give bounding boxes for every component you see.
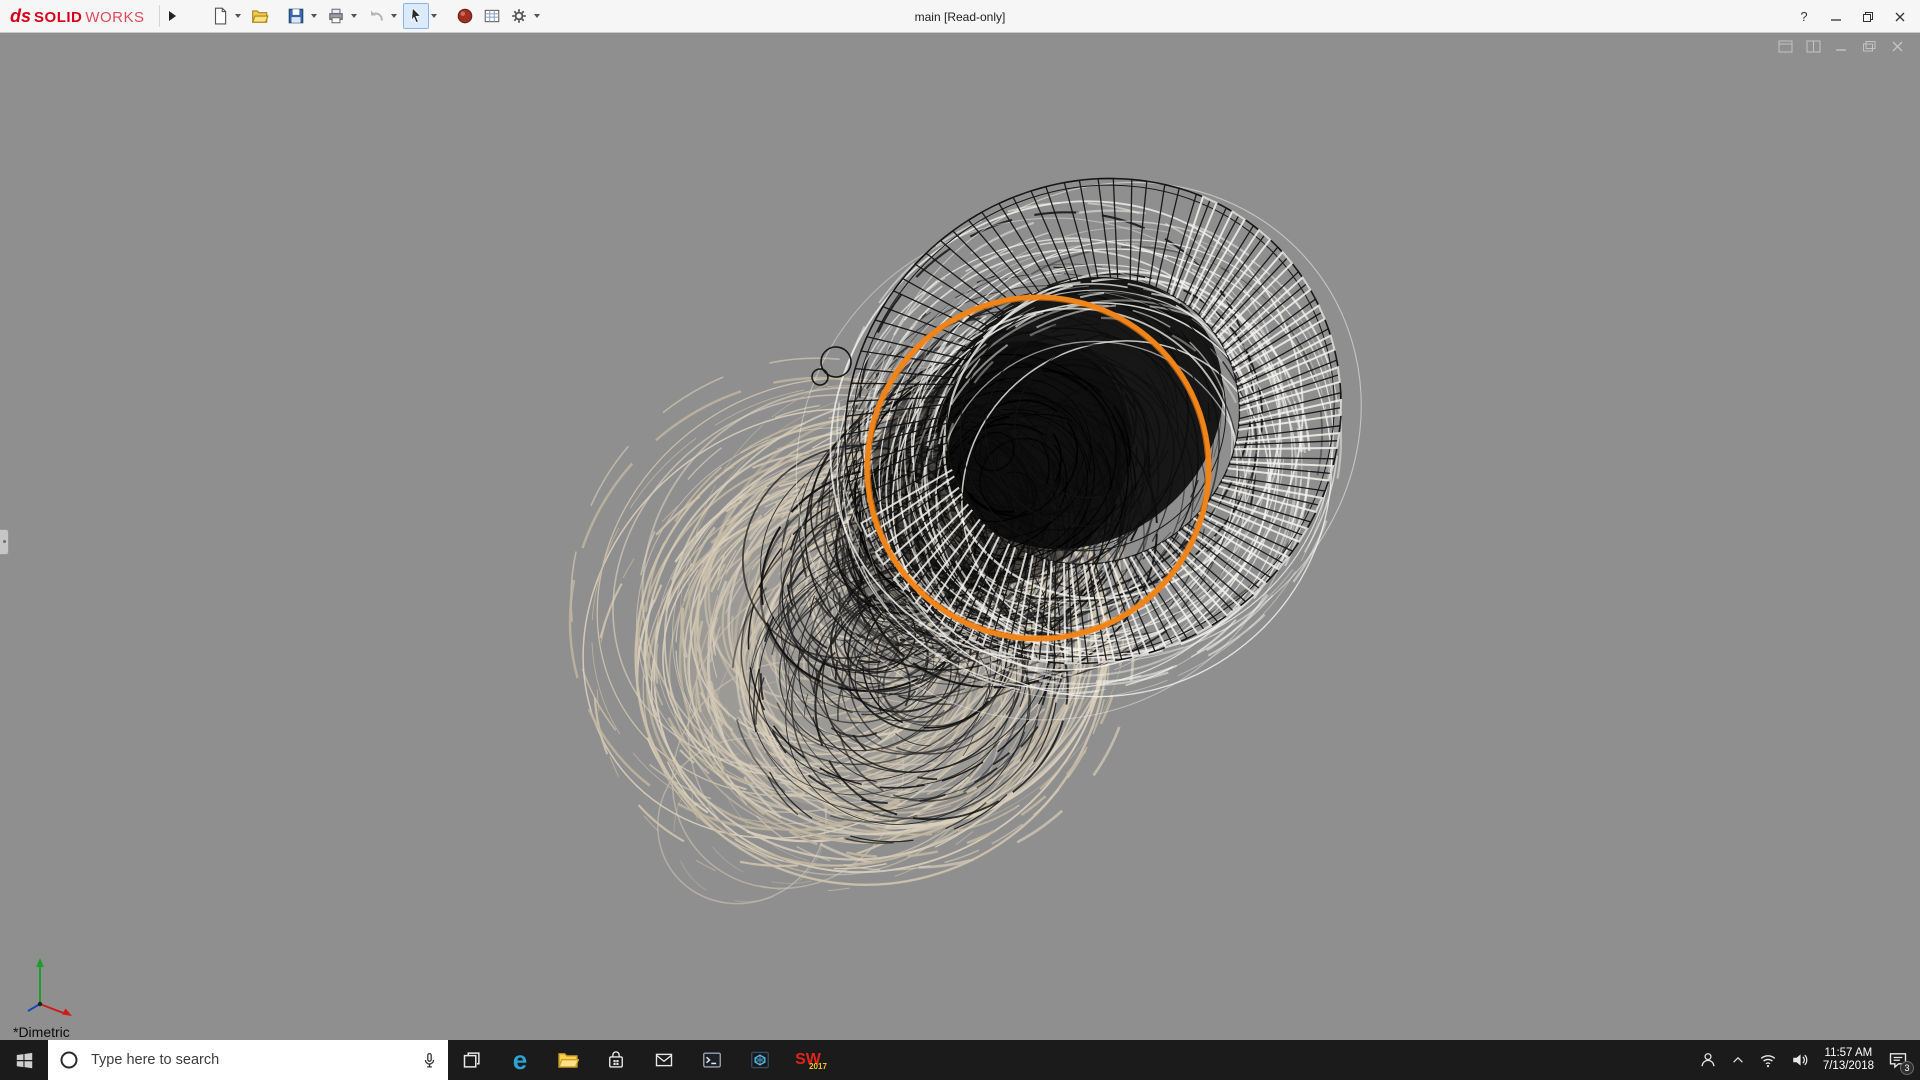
open-button[interactable] — [247, 3, 273, 29]
graphics-viewport[interactable]: *Dimetric — [0, 33, 1920, 1040]
select-dropdown[interactable] — [430, 14, 437, 18]
view-orientation-label: *Dimetric — [13, 1024, 70, 1040]
panel-tab-grip-icon — [2, 540, 6, 543]
help-button[interactable]: ? — [1788, 3, 1820, 31]
3d-viewer-button[interactable] — [736, 1040, 784, 1080]
new-document-button[interactable] — [207, 3, 233, 29]
command-prompt-button[interactable] — [688, 1040, 736, 1080]
save-dropdown[interactable] — [310, 14, 317, 18]
task-view-button[interactable] — [448, 1040, 496, 1080]
notification-badge: 3 — [1900, 1061, 1914, 1075]
doc-close-icon[interactable] — [1889, 39, 1906, 54]
doc-minimize-icon[interactable] — [1833, 39, 1850, 54]
taskbar-search[interactable] — [48, 1040, 448, 1080]
store-bag-icon — [609, 1051, 623, 1068]
network-wifi-icon[interactable] — [1759, 1051, 1777, 1069]
engine-wireframe-model[interactable] — [0, 33, 1920, 1040]
3d-viewer-icon — [751, 1051, 769, 1069]
people-icon[interactable] — [1699, 1051, 1717, 1069]
store-button[interactable] — [592, 1040, 640, 1080]
orientation-triad — [27, 958, 72, 1016]
solidworks-taskbar-button[interactable]: SW 2017 — [784, 1040, 832, 1080]
task-view-icon — [463, 1052, 480, 1068]
collapsed-panel-tab[interactable] — [0, 529, 9, 555]
clock-date: 7/13/2018 — [1822, 1060, 1874, 1072]
close-icon — [1895, 12, 1905, 21]
design-table-button[interactable] — [479, 3, 505, 29]
undo-button[interactable] — [363, 3, 389, 29]
expand-arrow-icon — [168, 11, 176, 21]
volume-icon[interactable] — [1791, 1051, 1809, 1069]
document-window-controls — [1777, 39, 1906, 54]
undo-dropdown[interactable] — [390, 14, 397, 18]
app-title-bar: ds SOLID WORKS main [Read-only] ? — [0, 0, 1920, 33]
menu-expand-button[interactable] — [158, 5, 177, 27]
gear-icon — [511, 9, 526, 23]
edge-icon: e — [512, 1045, 528, 1075]
window-controls: ? — [1788, 0, 1916, 33]
mail-envelope-icon — [655, 1053, 673, 1067]
dassault-logo-icon: ds — [10, 5, 32, 26]
print-dropdown[interactable] — [350, 14, 357, 18]
options-button[interactable] — [506, 3, 532, 29]
save-button[interactable] — [283, 3, 309, 29]
doc-panel-icon[interactable] — [1777, 39, 1794, 54]
cortana-icon — [60, 1051, 78, 1069]
mail-button[interactable] — [640, 1040, 688, 1080]
open-folder-icon — [251, 10, 269, 23]
taskbar-clock[interactable]: 11:57 AM 7/13/2018 — [1823, 1047, 1874, 1073]
doc-split-icon[interactable] — [1805, 39, 1822, 54]
start-button[interactable] — [0, 1040, 48, 1080]
new-document-icon — [214, 7, 226, 25]
tray-chevron-icon[interactable] — [1731, 1053, 1745, 1067]
file-explorer-button[interactable] — [544, 1040, 592, 1080]
solidworks-app-icon: SW 2017 — [795, 1052, 827, 1072]
microphone-icon[interactable] — [421, 1052, 438, 1069]
system-tray: 11:57 AM 7/13/2018 3 — [1699, 1040, 1920, 1080]
action-center-button[interactable]: 3 — [1888, 1050, 1914, 1075]
clock-time: 11:57 AM — [1824, 1047, 1873, 1059]
printer-icon — [328, 8, 343, 24]
appearance-sphere-icon — [457, 8, 472, 24]
quick-access-toolbar — [207, 3, 545, 29]
search-input[interactable] — [89, 1051, 412, 1069]
terminal-icon — [703, 1052, 721, 1068]
select-tool-button[interactable] — [402, 3, 429, 29]
design-table-icon — [484, 9, 499, 23]
solidworks-logo: ds SOLID WORKS — [10, 6, 145, 27]
new-document-dropdown[interactable] — [234, 14, 241, 18]
undo-arrow-icon — [370, 10, 383, 21]
close-button[interactable] — [1884, 3, 1916, 31]
solidworks-year-label: 2017 — [809, 1062, 827, 1071]
windows-taskbar: e SW — [0, 1040, 1920, 1080]
save-floppy-icon — [288, 8, 303, 24]
options-dropdown[interactable] — [533, 14, 540, 18]
edge-browser-button[interactable]: e — [496, 1040, 544, 1080]
brand-solid-text: SOLID — [34, 8, 83, 26]
appearance-button[interactable] — [452, 3, 478, 29]
print-button[interactable] — [323, 3, 349, 29]
minimize-button[interactable] — [1820, 3, 1852, 31]
select-cursor-icon — [410, 7, 421, 23]
restore-button[interactable] — [1852, 3, 1884, 31]
brand-works-text: WORKS — [85, 8, 145, 26]
windows-logo-icon — [16, 1052, 32, 1068]
folder-icon — [558, 1053, 579, 1068]
minimize-icon — [1831, 18, 1841, 21]
restore-icon — [1863, 11, 1873, 22]
doc-restore-icon[interactable] — [1861, 39, 1878, 54]
